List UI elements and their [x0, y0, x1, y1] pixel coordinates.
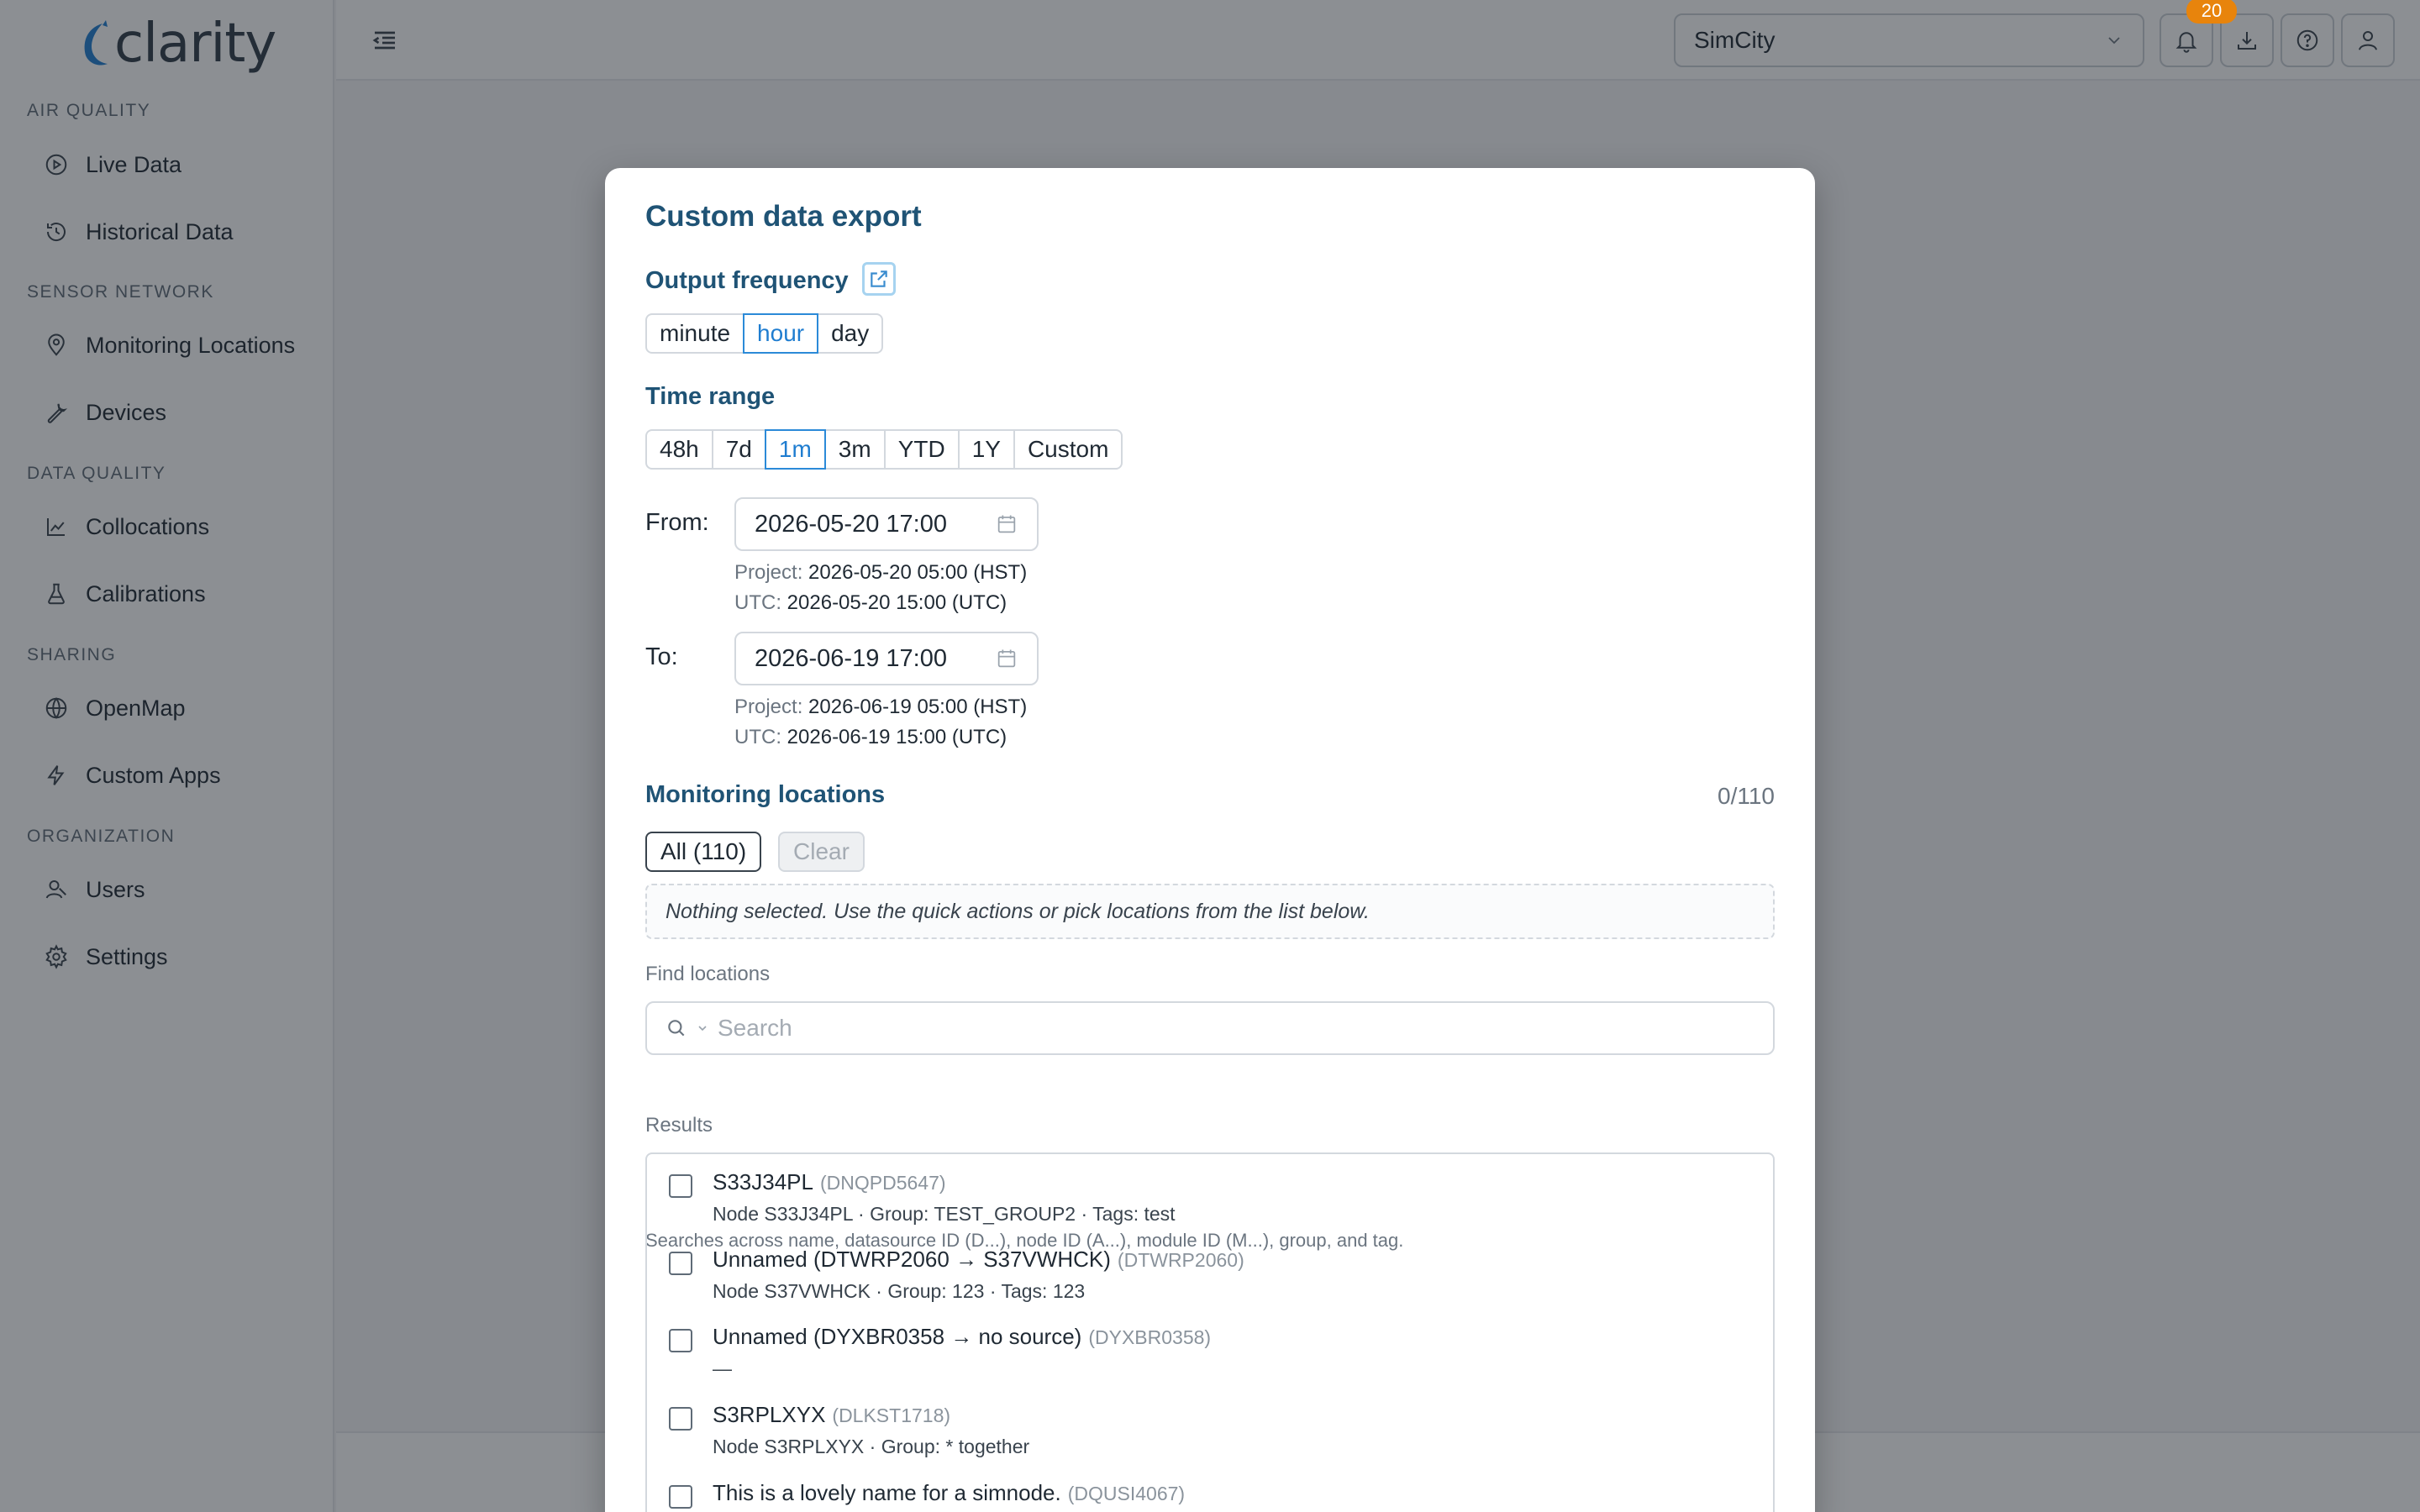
range-option-3m[interactable]: 3m	[823, 429, 886, 470]
empty-selection-note: Nothing selected. Use the quick actions …	[645, 884, 1775, 939]
from-project-time: Project: 2026-05-20 05:00 (HST)	[734, 561, 1027, 585]
modal-title: Custom data export	[645, 200, 922, 233]
location-name: S3RPLXYX	[713, 1402, 826, 1427]
datasource-id: (DYXBR0358)	[1088, 1326, 1212, 1348]
location-name: Unnamed (DTWRP2060 → S37VWHCK)	[713, 1247, 1111, 1272]
location-checkbox[interactable]	[669, 1252, 692, 1275]
find-locations-label: Find locations	[645, 963, 771, 985]
utc-time-value: 2026-06-19 15:00 (UTC)	[786, 726, 1007, 748]
frequency-option-minute[interactable]: minute	[645, 313, 745, 354]
output-frequency-heading: Output frequency	[645, 267, 849, 294]
notification-badge: 20	[2186, 0, 2237, 24]
location-name: Unnamed (DYXBR0358 → no source)	[713, 1324, 1082, 1349]
location-checkbox[interactable]	[669, 1174, 692, 1198]
time-range-toggle: 48h 7d 1m 3m YTD 1Y Custom	[645, 429, 1123, 470]
monitoring-locations-heading: Monitoring locations	[645, 781, 886, 808]
range-option-1y[interactable]: 1Y	[957, 429, 1015, 470]
to-date-value: 2026-06-19 17:00	[755, 644, 947, 672]
frequency-option-hour[interactable]: hour	[743, 313, 819, 354]
results-label: Results	[645, 1114, 713, 1137]
project-time-key: Project:	[734, 561, 803, 584]
output-frequency-toggle: minute hour day	[645, 313, 884, 354]
to-date-input[interactable]: 2026-06-19 17:00	[734, 632, 1039, 685]
range-option-ytd[interactable]: YTD	[883, 429, 960, 470]
from-label: From:	[645, 509, 709, 536]
from-utc-time: UTC: 2026-05-20 15:00 (UTC)	[734, 591, 1007, 615]
datasource-id: (DLKST1718)	[832, 1404, 951, 1426]
results-list: S33J34PL (DNQPD5647) Node S33J34PL · Grou…	[645, 1152, 1775, 1512]
list-item[interactable]: Unnamed (DYXBR0358 → no source) (DYXBR035…	[647, 1309, 1773, 1386]
list-item[interactable]: Unnamed (DTWRP2060 → S37VWHCK) (DTWRP2060…	[647, 1231, 1773, 1309]
location-search[interactable]	[645, 1001, 1775, 1055]
location-checkbox[interactable]	[669, 1485, 692, 1509]
search-input[interactable]	[718, 1015, 1754, 1042]
from-date-input[interactable]: 2026-05-20 17:00	[734, 497, 1039, 551]
list-item[interactable]: S33J34PL (DNQPD5647) Node S33J34PL · Grou…	[647, 1154, 1773, 1231]
list-item[interactable]: This is a lovely name for a simnode. (DQU…	[647, 1465, 1773, 1512]
search-icon	[668, 1020, 685, 1037]
location-name: This is a lovely name for a simnode.	[713, 1480, 1061, 1505]
clear-button[interactable]: Clear	[778, 832, 865, 872]
chevron-down-icon[interactable]	[696, 1021, 709, 1035]
range-option-custom[interactable]: Custom	[1013, 429, 1123, 470]
utc-time-key: UTC:	[734, 726, 781, 748]
datasource-id: (DNQPD5647)	[819, 1172, 946, 1194]
select-all-button[interactable]: All (110)	[645, 832, 762, 872]
external-link-icon	[871, 270, 887, 287]
utc-time-value: 2026-05-20 15:00 (UTC)	[786, 591, 1007, 614]
external-link-button[interactable]	[862, 262, 896, 296]
location-detail: Node S3RPLXYX · Group: * together	[713, 1436, 1030, 1457]
range-option-1m[interactable]: 1m	[764, 429, 826, 470]
location-detail: —	[713, 1357, 732, 1379]
frequency-option-day[interactable]: day	[817, 313, 884, 354]
location-detail: Node S37VWHCK · Group: 123 · Tags: 123	[713, 1280, 1086, 1302]
to-label: To:	[645, 643, 678, 670]
to-utc-time: UTC: 2026-06-19 15:00 (UTC)	[734, 726, 1007, 749]
time-range-heading: Time range	[645, 383, 776, 410]
list-item[interactable]: S3RPLXYX (DLKST1718) Node S3RPLXYX · Grou…	[647, 1387, 1773, 1464]
datasource-id: (DQUSI4067)	[1067, 1483, 1186, 1504]
location-checkbox[interactable]	[669, 1407, 692, 1431]
location-checkbox[interactable]	[669, 1329, 692, 1352]
export-modal: Custom data export Output frequency minu…	[605, 168, 1815, 1512]
to-project-time: Project: 2026-06-19 05:00 (HST)	[734, 696, 1027, 719]
selection-counter: 0/110	[1718, 783, 1775, 809]
range-option-48h[interactable]: 48h	[645, 429, 713, 470]
location-detail: Node S33J34PL · Group: TEST_GROUP2 · Tag…	[713, 1203, 1176, 1225]
calendar-icon	[997, 515, 1016, 533]
location-name: S33J34PL	[713, 1169, 813, 1194]
calendar-icon	[997, 649, 1016, 668]
project-time-value: 2026-06-19 05:00 (HST)	[808, 696, 1028, 718]
project-time-key: Project:	[734, 696, 803, 718]
project-time-value: 2026-05-20 05:00 (HST)	[808, 561, 1028, 584]
from-date-value: 2026-05-20 17:00	[755, 510, 947, 538]
utc-time-key: UTC:	[734, 591, 781, 614]
datasource-id: (DTWRP2060)	[1117, 1249, 1244, 1271]
range-option-7d[interactable]: 7d	[711, 429, 766, 470]
